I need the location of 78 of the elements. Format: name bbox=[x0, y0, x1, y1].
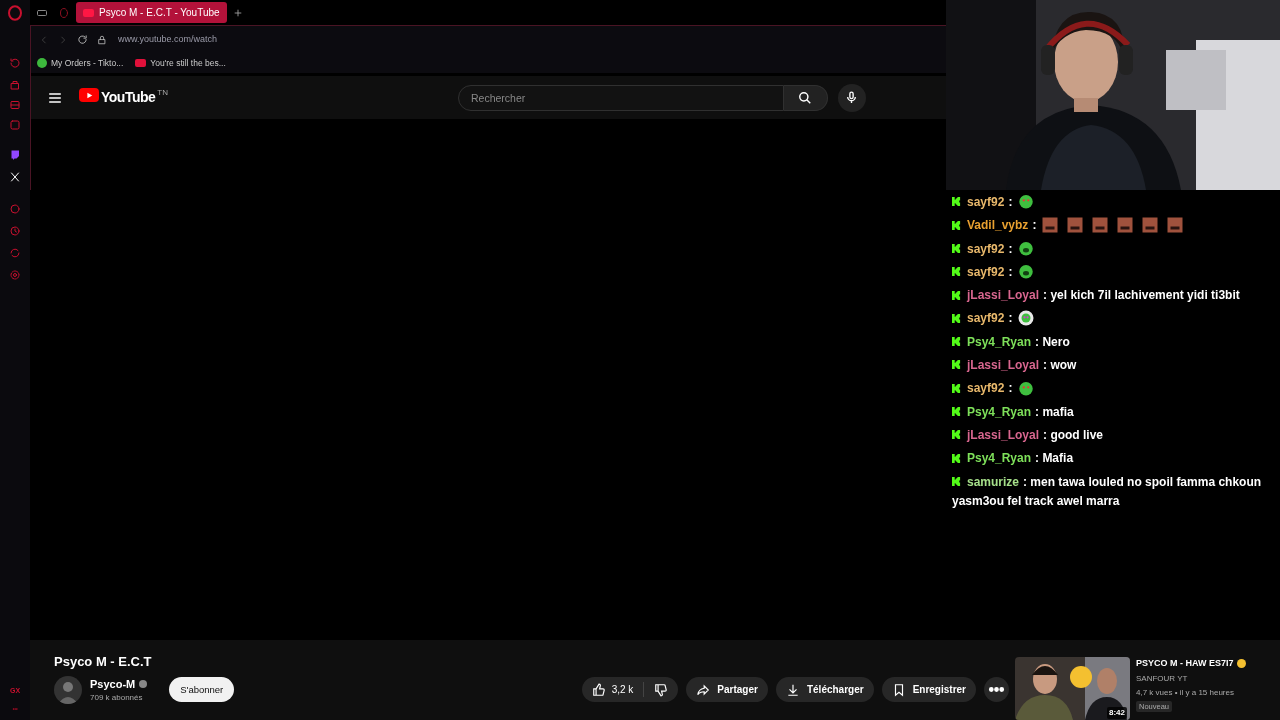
kick-badge-icon bbox=[952, 267, 961, 277]
video-duration: 8:42 bbox=[1107, 707, 1127, 719]
new-tab-icon[interactable] bbox=[232, 7, 243, 18]
video-meta: 4,7 k vues • il y a 15 heures bbox=[1136, 686, 1235, 699]
settings-icon[interactable] bbox=[9, 269, 21, 281]
chat-app-icon[interactable] bbox=[9, 119, 21, 131]
x-icon[interactable] bbox=[9, 171, 21, 183]
chat-message: samurize : men tawa louled no spoil famma chkoun yasm3ou fel track awel marra bbox=[952, 473, 1263, 510]
chat-message: sayf92 : bbox=[952, 309, 1268, 329]
opera-icon[interactable] bbox=[58, 6, 70, 19]
kick-badge-icon bbox=[952, 383, 961, 393]
chat-message: Vadil_vybz : bbox=[952, 216, 1268, 236]
video-title: Psyco M - E.C.T bbox=[54, 653, 153, 671]
clown-emote-icon bbox=[1017, 308, 1036, 327]
channel-avatar[interactable] bbox=[54, 675, 82, 704]
chat-message: jLassi_Loyal : wow bbox=[952, 356, 1268, 376]
subscriber-count: 709 k abonnés bbox=[90, 692, 144, 704]
chat-message: jLassi_Loyal : yel kich 7il lachivement yidi ti3bit bbox=[952, 286, 1268, 306]
history-icon[interactable] bbox=[9, 57, 21, 69]
kick-badge-icon bbox=[952, 290, 961, 300]
clock-icon[interactable] bbox=[9, 225, 21, 237]
kick-badge-icon bbox=[952, 337, 961, 347]
search-field[interactable]: Rechercher bbox=[458, 84, 784, 111]
share-icon bbox=[696, 682, 711, 697]
kick-badge-icon bbox=[952, 453, 961, 463]
wallet-icon[interactable] bbox=[9, 99, 21, 111]
search-button[interactable] bbox=[784, 84, 828, 111]
face-emote-icon bbox=[1116, 215, 1135, 234]
chat-message: Psy4_Ryan : Mafia bbox=[952, 449, 1268, 469]
kick-badge-icon bbox=[952, 360, 961, 370]
chat-message: Psy4_Ryan : mafia bbox=[952, 402, 1268, 422]
crying-emote-icon bbox=[1017, 262, 1036, 281]
microphone-button[interactable] bbox=[838, 83, 866, 112]
recommended-title[interactable]: PSYCO M - HAW ES7I7 bbox=[1136, 657, 1234, 671]
kick-badge-icon bbox=[952, 197, 961, 207]
kick-badge-icon bbox=[952, 220, 961, 230]
share-button[interactable]: Partager bbox=[686, 677, 768, 703]
clock-icon[interactable] bbox=[9, 203, 21, 215]
chat-message: sayf92 : bbox=[952, 262, 1268, 283]
opera-logo-icon[interactable] bbox=[7, 5, 23, 21]
search-icon bbox=[798, 90, 813, 105]
twitch-icon[interactable] bbox=[9, 149, 21, 161]
kick-badge-icon bbox=[952, 430, 961, 440]
face-emote-icon bbox=[1141, 215, 1160, 234]
face-emote-icon bbox=[1166, 215, 1185, 234]
browser-tab[interactable]: Psyco M - E.C.T - YouTube bbox=[76, 2, 227, 23]
face-emote-icon bbox=[1066, 215, 1085, 234]
thumbs-up-icon bbox=[591, 682, 606, 697]
blob-emote-icon bbox=[1017, 192, 1036, 211]
thumbs-down-icon bbox=[654, 682, 669, 697]
download-button[interactable]: Télécharger bbox=[775, 677, 874, 703]
bookmark[interactable]: You're still the bes... bbox=[135, 56, 226, 70]
chat-message: jLassi_Loyal : good live bbox=[952, 425, 1268, 446]
channel-name[interactable]: SANFOUR YT bbox=[1136, 672, 1246, 685]
kick-badge-icon bbox=[952, 313, 961, 323]
chat-message: Psy4_Ryan : Nero bbox=[952, 332, 1268, 353]
kick-badge-icon bbox=[952, 407, 961, 416]
face-emote-icon bbox=[1091, 215, 1110, 234]
save-button[interactable]: Enregistrer bbox=[881, 677, 976, 703]
kick-badge-icon bbox=[952, 476, 961, 486]
reload-icon[interactable] bbox=[77, 34, 88, 45]
url-field[interactable]: www.youtube.com/watch bbox=[118, 32, 218, 47]
lock-icon[interactable] bbox=[97, 34, 107, 45]
channel-name[interactable]: Psyco-M bbox=[90, 675, 136, 692]
more-icon[interactable] bbox=[9, 706, 21, 712]
face-emote-icon bbox=[1041, 215, 1060, 234]
subscribe-button[interactable]: S'abonner bbox=[169, 677, 235, 703]
chat-message: sayf92 : bbox=[952, 379, 1268, 399]
bookmark[interactable]: My Orders - Tikto... bbox=[37, 56, 124, 70]
chat-message: sayf92 : bbox=[952, 239, 1268, 259]
emoji-icon bbox=[1236, 659, 1246, 669]
bag-icon[interactable] bbox=[9, 79, 21, 91]
download-icon bbox=[785, 682, 800, 697]
kick-badge-icon bbox=[952, 243, 961, 253]
more-button[interactable] bbox=[984, 677, 1009, 703]
refresh-icon[interactable] bbox=[9, 247, 21, 259]
chat-message: sayf92 : bbox=[952, 193, 1268, 213]
microphone-icon bbox=[845, 91, 859, 104]
